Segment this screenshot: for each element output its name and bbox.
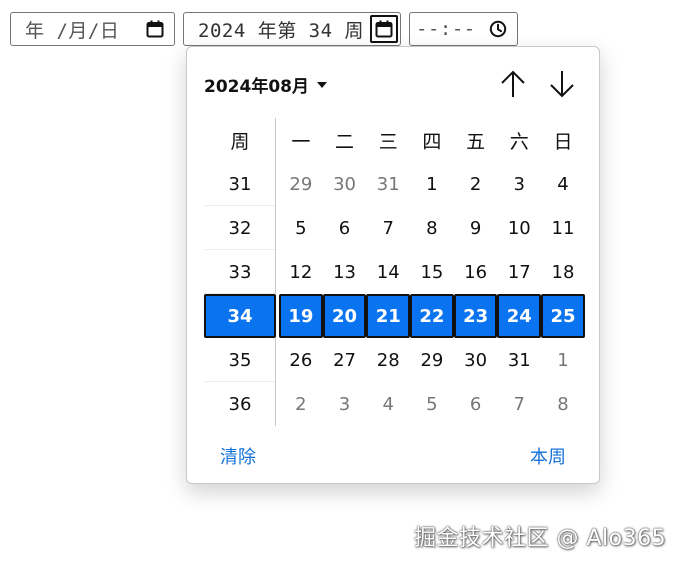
day-cell[interactable]: 12	[279, 250, 323, 294]
calendar-icon[interactable]	[144, 18, 166, 40]
day-cell[interactable]: 4	[366, 382, 410, 426]
arrow-up-icon	[501, 70, 525, 97]
day-cell[interactable]: 29	[279, 162, 323, 206]
day-cell[interactable]: 16	[454, 250, 498, 294]
month-year-select[interactable]: 2024年08月	[204, 72, 327, 97]
date-input-text: 年 /月/日	[25, 19, 120, 42]
day-cell[interactable]: 31	[366, 162, 410, 206]
week-row[interactable]: 34 19 20 21 22 23 24 25	[204, 294, 586, 338]
week-row[interactable]: 36 2 3 4 5 6 7 8	[204, 382, 586, 426]
day-cell[interactable]: 31	[497, 338, 541, 382]
week-row[interactable]: 33 12 13 14 15 16 17 18	[204, 250, 586, 294]
week-input-text: 2024 年第 34 周	[198, 19, 364, 42]
day-cell[interactable]: 30	[323, 162, 367, 206]
time-input[interactable]: --:--	[409, 12, 518, 46]
day-cell[interactable]: 7	[366, 206, 410, 250]
weekday-header: 一	[291, 130, 311, 153]
weekday-header-row: 周 一 二三 四 五六 日	[204, 118, 586, 162]
day-cell[interactable]: 22	[410, 294, 454, 338]
weekday-header: 三	[378, 130, 398, 153]
week-number[interactable]: 36	[204, 382, 276, 426]
weekday-header: 日	[553, 130, 573, 153]
day-cell[interactable]: 5	[279, 206, 323, 250]
watermark: 掘金技术社区 @ Alo365	[414, 526, 667, 551]
day-cell[interactable]: 18	[541, 250, 585, 294]
day-cell[interactable]: 7	[497, 382, 541, 426]
day-cell[interactable]: 29	[410, 338, 454, 382]
previous-month-button[interactable]	[498, 69, 528, 99]
day-cell[interactable]: 20	[322, 294, 367, 338]
day-cell[interactable]: 26	[279, 338, 323, 382]
day-cell[interactable]: 2	[279, 382, 323, 426]
date-input[interactable]: 年 /月/日	[10, 12, 175, 46]
next-month-button[interactable]	[547, 69, 577, 99]
day-cell[interactable]: 1	[410, 162, 454, 206]
week-number[interactable]: 32	[204, 206, 276, 250]
day-cell[interactable]: 3	[497, 162, 541, 206]
day-cell[interactable]: 3	[323, 382, 367, 426]
day-cell[interactable]: 10	[497, 206, 541, 250]
day-cell[interactable]: 9	[454, 206, 498, 250]
weekday-header: 五	[466, 130, 486, 153]
day-cell[interactable]: 5	[410, 382, 454, 426]
day-cell[interactable]: 23	[453, 294, 498, 338]
caret-down-icon	[316, 81, 327, 88]
day-cell[interactable]: 6	[323, 206, 367, 250]
day-cell[interactable]: 11	[541, 206, 585, 250]
day-cell[interactable]: 27	[323, 338, 367, 382]
day-cell[interactable]: 28	[366, 338, 410, 382]
day-cell[interactable]: 8	[541, 382, 585, 426]
week-number[interactable]: 35	[204, 338, 276, 382]
day-cell[interactable]: 24	[497, 294, 542, 338]
day-cell[interactable]: 8	[410, 206, 454, 250]
week-row[interactable]: 31 29 30 31 1 2 3 4	[204, 162, 586, 206]
page: 年 /月/日 2024 年第 34 周 --:-- 2024年08月 周 一 二…	[0, 0, 697, 566]
week-number[interactable]: 34	[204, 294, 276, 338]
day-cell[interactable]: 14	[366, 250, 410, 294]
time-input-text: --:--	[416, 18, 476, 40]
week-picker-popup: 2024年08月 周 一二三四五六日 31 29 30 31 1 2 3 4 32 5 6 7 8 9 10…	[186, 46, 600, 484]
clock-icon[interactable]	[487, 18, 509, 40]
this-week-button[interactable]: 本周	[530, 443, 566, 469]
arrow-down-icon	[550, 71, 574, 98]
week-row[interactable]: 32 5 6 7 8 9 10 11	[204, 206, 586, 250]
day-cell[interactable]: 21	[366, 294, 411, 338]
day-cell[interactable]: 15	[410, 250, 454, 294]
day-cell[interactable]: 25	[541, 294, 585, 338]
calendar-grid: 周 一二三四五六日 31 29 30 31 1 2 3 4 32 5 6 7 8 9 10 11 33 12 13 1…	[204, 118, 586, 426]
weekday-header: 二	[335, 130, 355, 153]
week-number-header: 周	[204, 118, 276, 162]
month-year-label: 2024年08月	[204, 77, 309, 97]
clear-button[interactable]: 清除	[220, 443, 256, 469]
week-number[interactable]: 31	[204, 162, 276, 206]
day-cell[interactable]: 6	[454, 382, 498, 426]
calendar-icon[interactable]	[370, 15, 398, 43]
weekday-header: 四	[422, 130, 442, 153]
day-cell[interactable]: 19	[279, 294, 323, 338]
day-cell[interactable]: 17	[497, 250, 541, 294]
week-row[interactable]: 35 26 27 28 29 30 31 1	[204, 338, 586, 382]
day-cell[interactable]: 4	[541, 162, 585, 206]
week-input[interactable]: 2024 年第 34 周	[183, 12, 401, 46]
day-cell[interactable]: 1	[541, 338, 585, 382]
day-cell[interactable]: 30	[454, 338, 498, 382]
week-number[interactable]: 33	[204, 250, 276, 294]
day-cell[interactable]: 13	[323, 250, 367, 294]
weekday-header: 六	[509, 130, 529, 153]
day-cell[interactable]: 2	[454, 162, 498, 206]
